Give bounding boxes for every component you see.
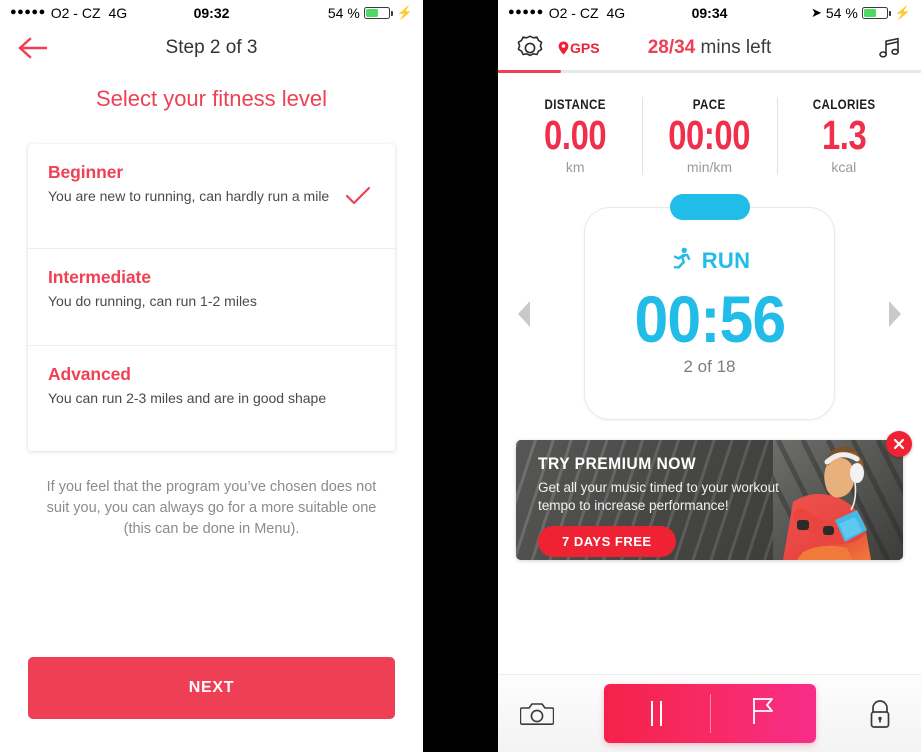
running-person-icon [669,246,695,277]
dual-screenshot-container: ●●●●● O2 - CZ 4G 09:32 54 % ⚡ Step 2 of … [0,0,921,752]
action-divider [709,694,711,733]
activity-row: RUN [669,246,751,277]
left-nav-bar: Step 2 of 3 [0,26,423,70]
fitness-level-list: Beginner You are new to running, can har… [28,144,395,451]
right-status-right: ➤ 54 % ⚡ [811,5,911,21]
option-title: Beginner [48,162,124,182]
metric-value: 1.3 [821,112,867,158]
option-title: Intermediate [48,267,151,287]
time-left-value: 28/34 [647,37,696,58]
time-left-suffix: mins left [700,37,772,58]
interval-counter: 2 of 18 [683,357,736,377]
runner-with-headphones-photo [773,440,903,561]
gps-label: GPS [570,40,600,56]
lap-flag-button[interactable] [710,684,816,743]
metric-value: 0.00 [544,112,607,158]
interval-timer-area: RUN 00:56 2 of 18 [498,194,921,426]
metric-calories: CALORIES 1.3 kcal [776,91,911,185]
option-description: You can run 2-3 miles and are in good sh… [48,390,327,406]
pause-icon [651,701,662,726]
battery-percent-label: 54 % [825,5,858,21]
option-description: You do running, can run 1-2 miles [48,293,257,309]
right-status-left: ●●●●● O2 - CZ 4G [508,5,625,21]
gear-icon[interactable] [516,34,544,62]
left-status-right: 54 % ⚡ [328,5,413,21]
metric-pace: PACE 00:00 min/km [642,91,776,185]
option-description: You are new to running, can hardly run a… [48,188,330,204]
screen-divider [423,0,498,752]
footnote-text: If you feel that the program you’ve chos… [46,479,377,538]
network-label: 4G [108,5,128,21]
banner-subtitle: Get all your music timed to your workout… [538,480,779,513]
checkmark-icon [345,186,371,206]
metric-label: DISTANCE [544,97,606,112]
metrics-row: DISTANCE 0.00 km PACE 00:00 min/km CALOR… [498,91,921,185]
gps-status-badge: GPS [558,40,600,56]
activity-label: RUN [701,248,751,274]
network-label: 4G [606,5,626,21]
metric-unit: kcal [831,159,857,176]
metric-value: 00:00 [668,112,751,158]
interval-timer-card: RUN 00:56 2 of 18 [584,194,835,421]
banner-title: TRY PREMIUM NOW [538,454,697,474]
interval-timer-value: 00:56 [634,281,786,356]
right-phone-screen: ●●●●● O2 - CZ 4G 09:34 ➤ 54 % ⚡ GPS 28/3… [498,0,921,752]
chevron-left-icon[interactable] [518,300,530,327]
banner-content: TRY PREMIUM NOW Get all your music timed… [516,440,790,560]
premium-banner-wrapper: TRY PREMIUM NOW Get all your music timed… [516,431,912,561]
fitness-level-option-beginner[interactable]: Beginner You are new to running, can har… [28,144,395,249]
fitness-level-option-advanced[interactable]: Advanced You can run 2-3 miles and are i… [28,346,395,451]
lock-icon[interactable] [865,699,899,729]
metric-label: CALORIES [812,97,876,112]
music-note-icon[interactable] [875,34,903,62]
pause-button[interactable] [604,684,710,743]
workout-action-button[interactable] [603,684,816,743]
flag-icon [750,696,776,731]
location-pin-icon [558,41,569,55]
left-phone-screen: ●●●●● O2 - CZ 4G 09:32 54 % ⚡ Step 2 of … [0,0,423,752]
back-arrow-icon[interactable] [16,36,50,60]
close-icon[interactable] [886,431,912,458]
metric-label: PACE [693,97,726,112]
premium-banner[interactable]: TRY PREMIUM NOW Get all your music timed… [516,440,903,561]
page-title: Step 2 of 3 [165,37,258,58]
progress-fill [498,70,562,73]
location-arrow-icon: ➤ [810,5,822,20]
workout-header: GPS 28/34 mins left [498,26,921,70]
fitness-level-option-intermediate[interactable]: Intermediate You do running, can run 1-2… [28,249,395,346]
next-button[interactable]: NEXT [28,657,395,719]
workout-control-bar [498,674,921,752]
camera-icon[interactable] [519,699,555,729]
left-status-bar: ●●●●● O2 - CZ 4G 09:32 54 % ⚡ [0,0,423,26]
left-status-left: ●●●●● O2 - CZ 4G [10,5,127,21]
metric-unit: km [565,159,585,176]
chevron-right-icon[interactable] [889,300,901,327]
signal-dots-icon: ●●●●● [508,5,544,18]
metric-unit: min/km [686,159,733,176]
carrier-label: O2 - CZ [548,5,599,21]
lightning-bolt-icon: ⚡ [396,5,413,20]
workout-progress-bar [498,70,921,73]
option-title: Advanced [48,364,131,384]
right-status-bar: ●●●●● O2 - CZ 4G 09:34 ➤ 54 % ⚡ [498,0,921,26]
battery-percent-label: 54 % [327,5,360,21]
section-heading: Select your fitness level [95,86,328,111]
signal-dots-icon: ●●●●● [10,5,46,18]
battery-icon [363,7,393,19]
lightning-bolt-icon: ⚡ [894,5,911,20]
battery-icon [861,7,891,19]
carrier-label: O2 - CZ [50,5,101,21]
metric-distance: DISTANCE 0.00 km [508,91,642,185]
banner-cta-button[interactable]: 7 DAYS FREE [538,525,676,557]
card-tab-indicator [669,194,750,221]
